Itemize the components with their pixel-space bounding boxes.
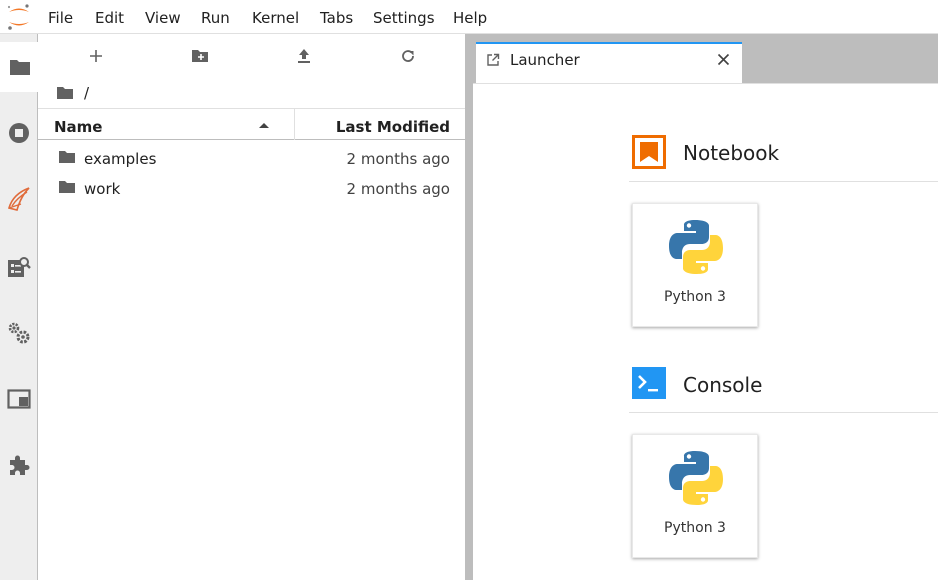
notebook-section-title: Notebook <box>683 141 780 165</box>
file-row[interactable]: work 2 months ago <box>38 173 465 203</box>
file-modified: 2 months ago <box>346 150 450 168</box>
new-launcher-button[interactable] <box>81 44 111 68</box>
python-logo-icon <box>669 220 723 274</box>
extension-icon <box>10 455 30 475</box>
menu-kernel[interactable]: Kernel <box>252 0 299 34</box>
new-folder-icon <box>192 50 208 62</box>
tabs-icon <box>7 389 31 409</box>
left-sidebar <box>0 34 39 580</box>
file-row[interactable]: examples 2 months ago <box>38 143 465 173</box>
file-name: work <box>84 180 121 198</box>
file-modified: 2 months ago <box>346 180 450 198</box>
menu-tabs[interactable]: Tabs <box>320 0 353 34</box>
sidebar-tab-file-browser[interactable] <box>0 42 39 92</box>
launcher-icon <box>487 53 500 66</box>
python-logo-icon <box>669 451 723 505</box>
plus-icon <box>90 50 102 62</box>
breadcrumb-path[interactable]: / <box>84 84 89 102</box>
sidebar-tab-tabs[interactable] <box>0 374 38 424</box>
sidebar-tab-property-inspector[interactable] <box>0 242 38 292</box>
file-browser: / Name Last Modified examples 2 months a… <box>38 34 465 580</box>
console-icon <box>632 367 666 399</box>
console-section-title: Console <box>683 373 763 397</box>
breadcrumb: / <box>56 84 89 102</box>
sort-ascending-icon <box>259 123 269 128</box>
upload-icon <box>298 49 310 63</box>
card-label: Python 3 <box>664 289 726 305</box>
file-name: examples <box>84 150 157 168</box>
column-divider[interactable] <box>294 109 295 140</box>
sidebar-tab-git[interactable] <box>0 174 38 224</box>
folder-icon <box>59 151 75 163</box>
folder-icon <box>59 181 75 193</box>
notebook-icon <box>632 135 666 169</box>
notebook-python3-card[interactable]: Python 3 <box>632 203 758 327</box>
folder-icon[interactable] <box>56 86 74 100</box>
menu-edit[interactable]: Edit <box>95 0 124 34</box>
git-icon <box>8 187 30 211</box>
new-folder-button[interactable] <box>185 44 215 68</box>
upload-button[interactable] <box>289 44 319 68</box>
folder-icon <box>9 60 30 75</box>
section-divider <box>629 412 938 413</box>
sidebar-tab-settings[interactable] <box>0 308 38 358</box>
property-inspector-icon <box>8 257 31 277</box>
menu-settings[interactable]: Settings <box>373 0 435 34</box>
sidebar-tab-extensions[interactable] <box>0 440 38 490</box>
column-name-header[interactable]: Name <box>54 118 102 136</box>
main-tab-bar: Launcher <box>473 34 938 83</box>
settings-icon <box>8 322 30 344</box>
column-modified-header[interactable]: Last Modified <box>336 118 450 136</box>
menu-file[interactable]: File <box>48 0 73 34</box>
launcher-panel: Notebook Python 3 Console Python 3 <box>473 83 938 580</box>
close-icon[interactable] <box>717 53 730 66</box>
tab-label: Launcher <box>510 51 580 69</box>
menu-help[interactable]: Help <box>453 0 487 34</box>
console-python3-card[interactable]: Python 3 <box>632 434 758 558</box>
menu-view[interactable]: View <box>145 0 181 34</box>
panel-splitter[interactable] <box>465 34 473 580</box>
refresh-button[interactable] <box>393 44 423 68</box>
menubar: File Edit View Run Kernel Tabs Settings … <box>0 0 938 34</box>
jupyter-logo-icon <box>7 4 29 30</box>
refresh-icon <box>402 50 414 62</box>
file-list-header: Name Last Modified <box>38 108 465 140</box>
card-label: Python 3 <box>664 520 726 536</box>
running-icon <box>9 123 29 143</box>
sidebar-tab-running[interactable] <box>0 108 38 158</box>
tab-launcher[interactable]: Launcher <box>476 42 742 83</box>
menu-run[interactable]: Run <box>201 0 230 34</box>
section-divider <box>629 181 938 182</box>
